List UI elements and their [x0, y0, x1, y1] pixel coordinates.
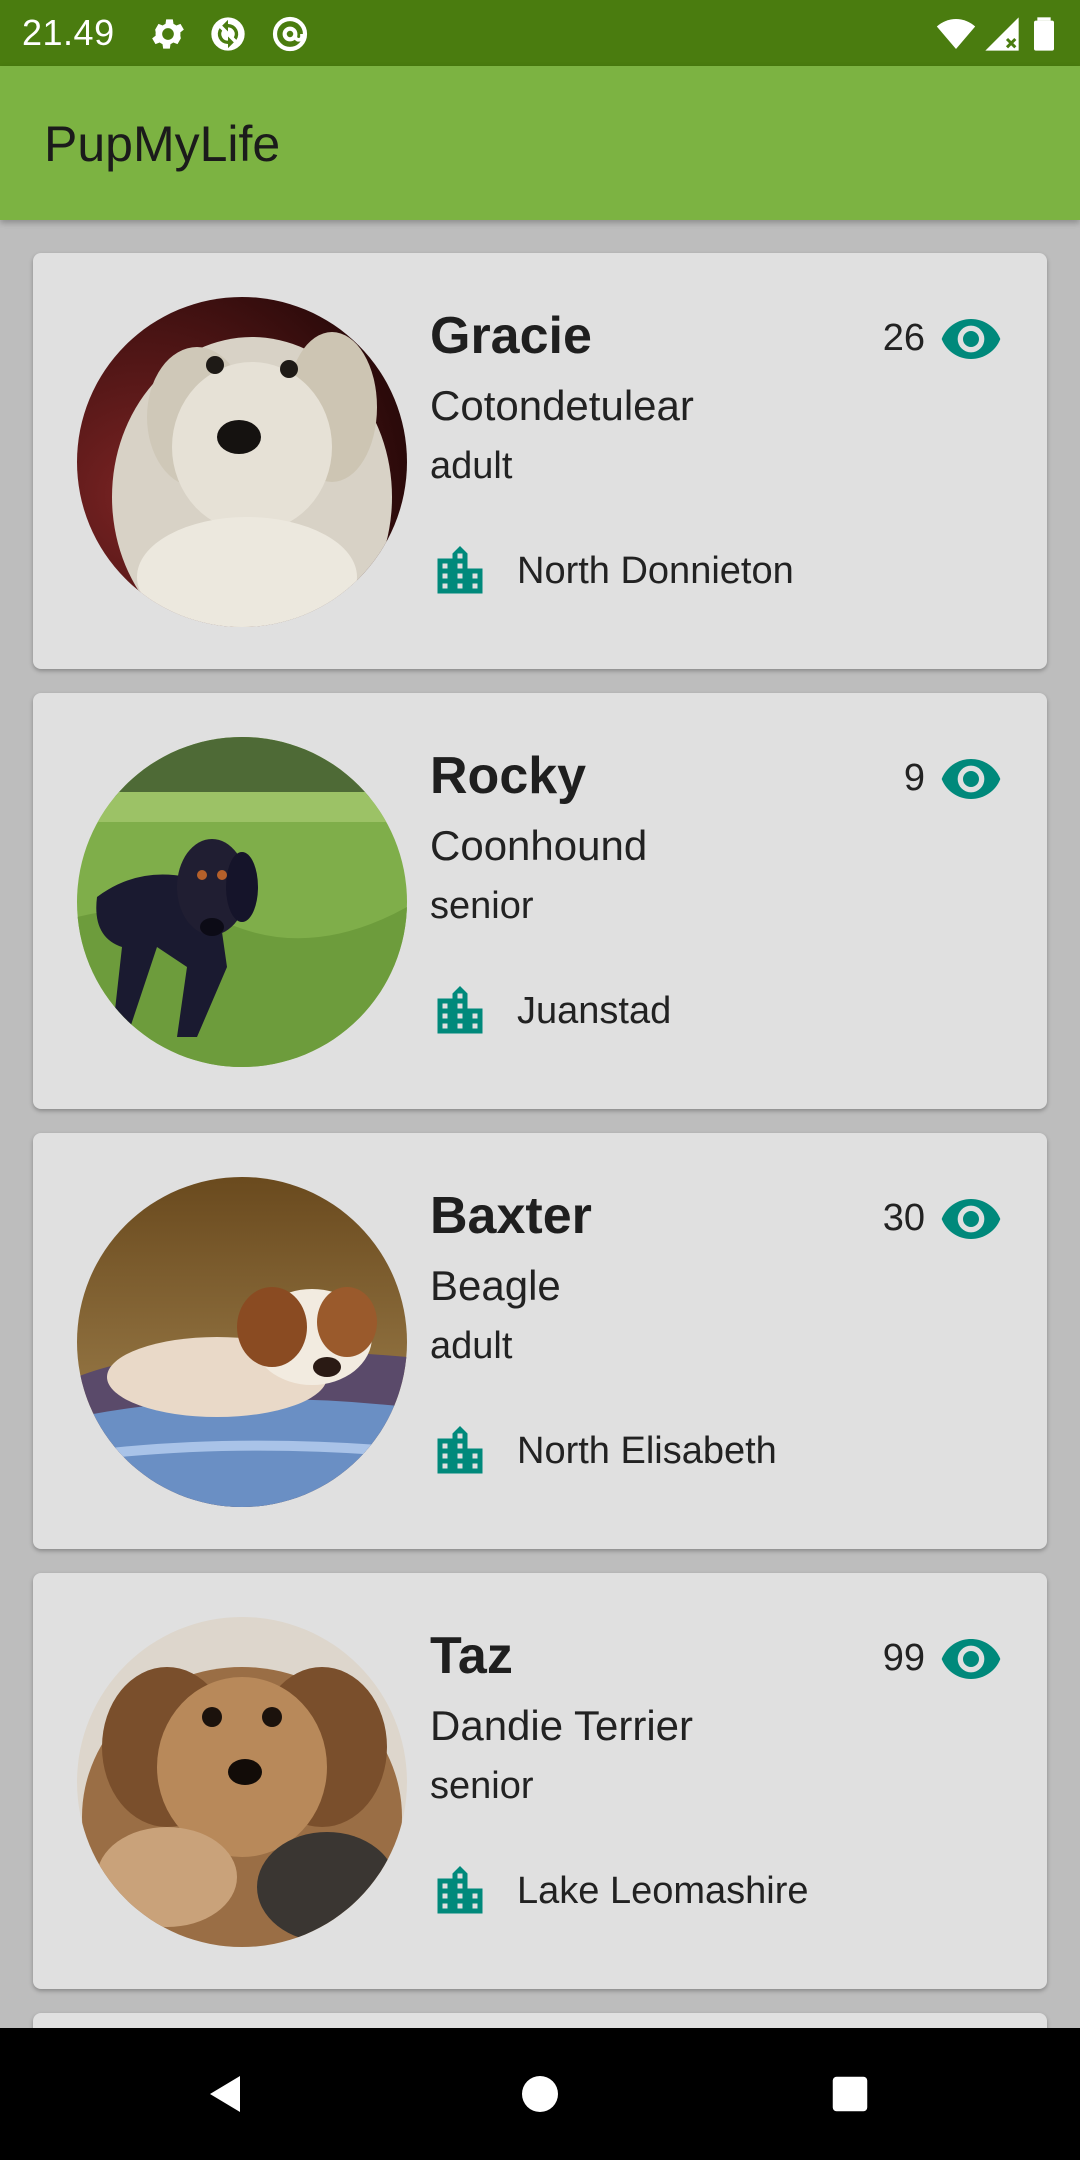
sync-icon	[208, 14, 248, 54]
dog-location: North Elisabeth	[517, 1430, 777, 1472]
gear-icon	[148, 14, 188, 54]
city-icon	[430, 1421, 490, 1481]
status-time: 21.49	[22, 12, 115, 53]
dog-name: Baxter	[430, 1187, 592, 1245]
navigation-bar	[0, 2028, 1080, 2160]
city-icon	[430, 981, 490, 1041]
eye-icon	[939, 1627, 1003, 1691]
back-icon[interactable]	[190, 2058, 262, 2130]
eye-icon	[939, 307, 1003, 371]
dog-card[interactable]: Taz Dandie Terrier senior 99 Lake Leomas…	[33, 1573, 1047, 1989]
dog-card-partial[interactable]	[33, 2013, 1047, 2028]
dog-list[interactable]: Gracie Cotondetulear adult 26 North Donn…	[0, 220, 1080, 2028]
home-icon[interactable]	[504, 2058, 576, 2130]
dog-location: Juanstad	[517, 990, 672, 1032]
dog-card[interactable]: Baxter Beagle adult 30 North Elisabeth	[33, 1133, 1047, 1549]
recents-icon[interactable]	[814, 2058, 886, 2130]
dog-breed: Cotondetulear	[430, 382, 694, 429]
city-icon	[430, 1861, 490, 1921]
dog-name: Taz	[430, 1627, 513, 1685]
dog-breed: Dandie Terrier	[430, 1702, 694, 1749]
view-count: 26	[882, 317, 925, 359]
dog-name: Gracie	[430, 307, 592, 365]
dog-location: Lake Leomashire	[517, 1870, 809, 1912]
dog-card[interactable]: Rocky Coonhound senior 9 Juanstad	[33, 693, 1047, 1109]
status-bar: 21.49	[0, 0, 1080, 66]
dog-age: adult	[430, 445, 513, 487]
dog-photo	[77, 1177, 407, 1507]
dog-location: North Donnieton	[517, 550, 794, 592]
eye-icon	[939, 1187, 1003, 1251]
dog-photo	[77, 297, 407, 627]
dog-age: adult	[430, 1325, 513, 1367]
signal-icon	[982, 14, 1022, 54]
dog-photo	[77, 1617, 407, 1947]
app-bar: PupMyLife	[0, 66, 1080, 220]
city-icon	[430, 541, 490, 601]
eye-icon	[939, 747, 1003, 811]
app-title: PupMyLife	[44, 116, 281, 172]
dog-name: Rocky	[430, 747, 587, 805]
dog-age: senior	[430, 1765, 534, 1807]
view-count: 99	[882, 1637, 925, 1679]
dog-breed: Coonhound	[430, 822, 648, 869]
view-count: 9	[903, 757, 925, 799]
dog-card[interactable]: Gracie Cotondetulear adult 26 North Donn…	[33, 253, 1047, 669]
view-count: 30	[882, 1197, 925, 1239]
at-sign-icon	[270, 14, 310, 54]
wifi-icon	[936, 14, 976, 54]
battery-icon	[1024, 14, 1064, 54]
dog-photo	[77, 737, 407, 1067]
dog-age: senior	[430, 885, 534, 927]
dog-breed: Beagle	[430, 1262, 561, 1309]
